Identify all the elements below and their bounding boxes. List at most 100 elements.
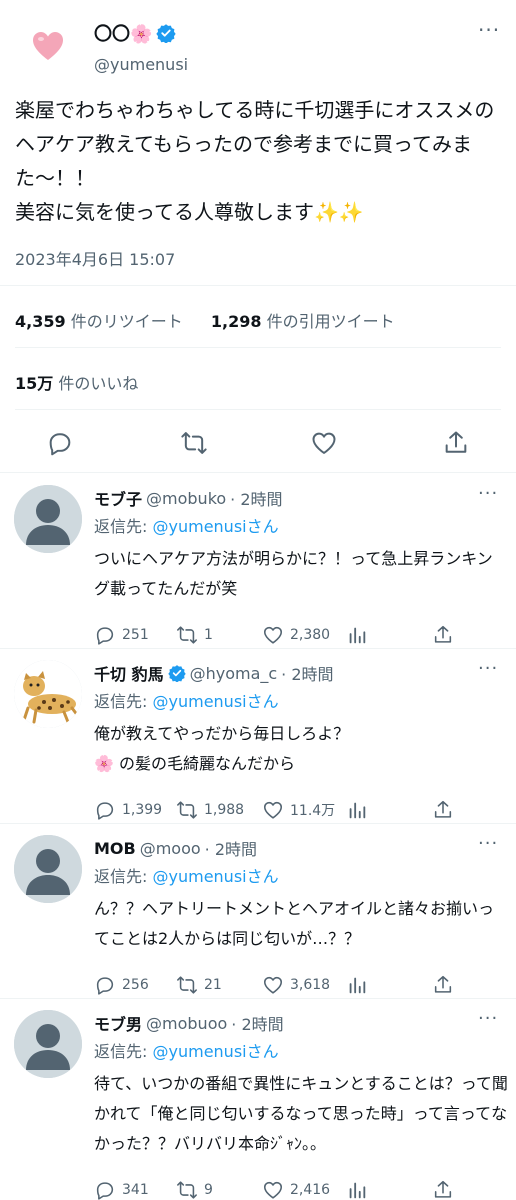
reply-to-mention[interactable]: @yumenusiさん (153, 1042, 279, 1061)
reply-button[interactable] (46, 429, 74, 457)
share-button[interactable] (442, 429, 470, 457)
reply-display-name: 千切 豹馬 (94, 665, 164, 684)
reply-author[interactable]: MOB @mooo · 2時間 (94, 836, 257, 860)
reply-author[interactable]: 千切 豹馬 @hyoma_c · 2時間 (94, 661, 334, 685)
retweet-label: 件のリツイート (70, 312, 183, 331)
more-options-icon[interactable]: ··· (478, 483, 498, 504)
reply-to-mention[interactable]: @yumenusiさん (153, 692, 279, 711)
main-tweet-text: 楽屋でわちゃわちゃしてる時に千切選手にオススメのヘアケア教えてもらったので参考ま… (15, 98, 495, 224)
more-options-icon[interactable]: ··· (478, 833, 498, 854)
retweet-quote-stats: 4,359 件のリツイート 1,298 件の引用ツイート (15, 308, 395, 332)
reply-count: 341 (122, 1182, 149, 1198)
reply-text: 俺が教えてやっだから毎日しろよ？ 🌸 の髪の毛綺麗なんだから (94, 724, 350, 773)
reply-time: · 2時間 (204, 840, 258, 859)
reply-like-button[interactable]: 2,416 (262, 1179, 330, 1200)
reply-retweet-button[interactable]: 21 (176, 974, 222, 996)
heart-icon (263, 976, 283, 994)
reply-reply-button[interactable]: 256 (94, 974, 149, 996)
reply-text: ん？？ヘアトリートメントとヘアオイルと諸々お揃いってことは2人からは同じ匂いが…… (94, 899, 495, 948)
retweet-icon (181, 432, 207, 454)
reply-analytics-button[interactable] (346, 799, 368, 821)
quote-stat[interactable]: 1,298 件の引用ツイート (211, 312, 395, 331)
reply-author[interactable]: モブ子 @mobuko · 2時間 (94, 486, 283, 510)
reply-reply-button[interactable]: 251 (94, 624, 149, 646)
verified-badge-icon (156, 24, 177, 43)
reply-reply-button[interactable]: 1,399 (94, 799, 162, 821)
share-icon (434, 800, 452, 818)
reply-count: 256 (122, 977, 149, 993)
reply-display-name: モブ男 (94, 1015, 143, 1034)
reply-like-button[interactable]: 2,380 (262, 624, 330, 646)
reply-retweet-button[interactable]: 9 (176, 1179, 213, 1200)
main-handle[interactable]: @yumenusi (94, 55, 188, 74)
share-icon (434, 975, 452, 993)
retweet-button[interactable] (180, 429, 208, 457)
default-avatar-icon (14, 1010, 82, 1078)
retweet-count: 1,988 (204, 802, 245, 818)
like-button[interactable] (310, 429, 338, 457)
reply-analytics-button[interactable] (346, 624, 368, 646)
like-count: 2,380 (290, 627, 331, 643)
reply-time: · 2時間 (281, 665, 334, 684)
reply-icon (96, 1182, 114, 1200)
reply-to-label: 返信先: (94, 692, 148, 711)
reply-handle: @mooo (139, 838, 201, 858)
main-display-name: 〇〇🌸 (94, 24, 153, 45)
divider (0, 648, 516, 649)
more-options-icon[interactable]: ··· (478, 1008, 498, 1029)
reply-time: · 2時間 (231, 1015, 284, 1034)
divider (0, 472, 516, 473)
reply-like-button[interactable]: 3,618 (262, 974, 330, 996)
retweet-icon (177, 976, 197, 994)
reply-display-name: MOB (94, 838, 136, 858)
reply-share-button[interactable] (432, 624, 454, 646)
like-stat[interactable]: 15万 件のいいね (15, 370, 138, 394)
leopard-avatar-icon (14, 660, 82, 728)
reply-text: ついにヘアケア方法が明らかに？！って急上昇ランキング載ってたんだが笑 (94, 549, 493, 598)
reply-to-mention[interactable]: @yumenusiさん (153, 867, 279, 886)
heart-icon (312, 432, 336, 454)
reply-to-label: 返信先: (94, 517, 148, 536)
reply-avatar[interactable] (14, 1010, 82, 1078)
reply-avatar[interactable] (14, 835, 82, 903)
reply-share-button[interactable] (432, 1179, 454, 1200)
more-options-icon[interactable]: ··· (478, 658, 498, 679)
reply-avatar[interactable] (14, 485, 82, 553)
like-count: 11.4万 (290, 803, 336, 819)
share-icon (434, 1180, 452, 1198)
main-author-name[interactable]: 〇〇🌸 (94, 20, 177, 46)
retweet-count: 9 (204, 1182, 213, 1198)
reply-retweet-button[interactable]: 1 (176, 624, 213, 646)
share-icon (445, 431, 467, 453)
share-icon (434, 625, 452, 643)
main-avatar[interactable] (30, 28, 66, 64)
reply-handle: @mobuko (146, 488, 227, 508)
reply-like-button[interactable]: 11.4万 (262, 799, 335, 821)
reply-analytics-button[interactable] (346, 1179, 368, 1200)
reply-to-label: 返信先: (94, 867, 148, 886)
reply-analytics-button[interactable] (346, 974, 368, 996)
heart-icon (263, 1181, 283, 1199)
reply-reply-button[interactable]: 341 (94, 1179, 149, 1200)
heart-icon (263, 626, 283, 644)
reply-to-mention[interactable]: @yumenusiさん (153, 517, 279, 536)
heart-avatar-icon (33, 32, 63, 60)
reply-to-label: 返信先: (94, 1042, 148, 1061)
like-count: 15万 (15, 374, 54, 393)
like-count: 2,416 (290, 1182, 331, 1198)
reply-retweet-button[interactable]: 1,988 (176, 799, 244, 821)
analytics-icon (349, 627, 366, 644)
reply-to-line: 返信先: @yumenusiさん (94, 1038, 279, 1062)
reply-avatar[interactable] (14, 660, 82, 728)
reply-icon (96, 627, 114, 645)
more-options-icon[interactable]: ··· (478, 18, 500, 42)
retweet-stat[interactable]: 4,359 件のリツイート (15, 312, 183, 331)
reply-share-button[interactable] (432, 799, 454, 821)
verified-badge-icon (167, 665, 186, 682)
main-tweet-date[interactable]: 2023年4月6日 15:07 (15, 246, 175, 270)
reply-share-button[interactable] (432, 974, 454, 996)
retweet-count: 1 (204, 627, 213, 643)
reply-text: 待て、いつかの番組で異性にキュンとすることは？って聞かれて「俺と同じ匂いするなっ… (94, 1074, 508, 1153)
reply-author[interactable]: モブ男 @mobuoo · 2時間 (94, 1011, 284, 1035)
retweet-count: 21 (204, 977, 222, 993)
